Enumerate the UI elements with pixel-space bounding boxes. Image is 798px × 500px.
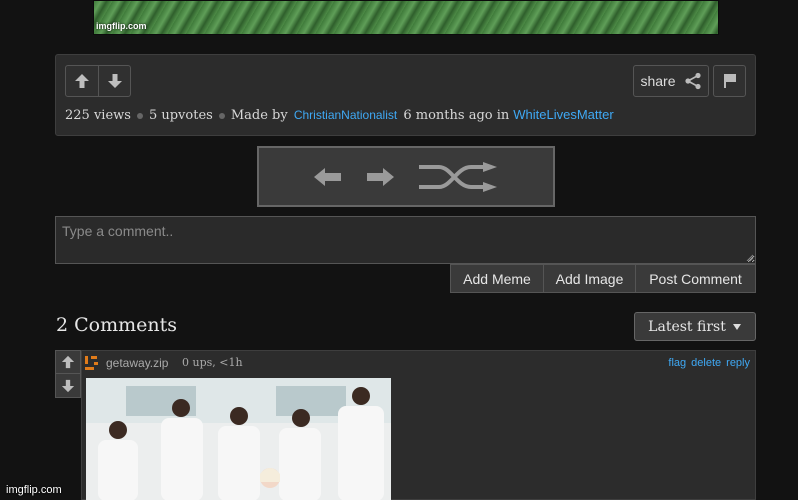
- comment-delete-link[interactable]: delete: [691, 357, 721, 369]
- comment-sort-select[interactable]: Latest first: [634, 312, 756, 341]
- previous-arrow-icon[interactable]: [313, 166, 343, 188]
- resize-handle-icon[interactable]: [746, 254, 754, 262]
- next-arrow-icon[interactable]: [365, 166, 395, 188]
- image-watermark: imgflip.com: [96, 21, 147, 31]
- comments-count-heading: 2 Comments: [56, 314, 178, 336]
- vote-group: [65, 65, 131, 97]
- avatar[interactable]: [85, 356, 99, 370]
- comment-stats: 0 ups, <1h: [182, 356, 243, 369]
- add-meme-button[interactable]: Add Meme: [450, 264, 544, 293]
- arrow-down-icon: [61, 379, 75, 392]
- post-comment-button[interactable]: Post Comment: [636, 264, 756, 293]
- comment-downvote-button[interactable]: [55, 374, 81, 398]
- flag-icon: [723, 74, 736, 88]
- meme-navigation: [257, 146, 555, 207]
- comment-reply-link[interactable]: reply: [726, 357, 750, 369]
- page-watermark: imgflip.com: [6, 484, 62, 496]
- comment-photo: [86, 378, 391, 500]
- comment-image: [86, 378, 391, 500]
- time-posted: 6 months ago in: [403, 108, 510, 123]
- comment-flag-link[interactable]: flag: [668, 357, 686, 369]
- meme-image-bottom-strip: imgflip.com: [93, 0, 719, 35]
- view-count: 225 views: [65, 108, 131, 123]
- separator-dot: [136, 112, 143, 119]
- arrow-down-icon: [107, 74, 122, 88]
- add-image-button[interactable]: Add Image: [544, 264, 636, 293]
- upvote-button[interactable]: [66, 66, 98, 96]
- upvote-count: 5 upvotes: [148, 108, 213, 123]
- comment-vote-group: [55, 350, 81, 398]
- comment-actions: Add Meme Add Image Post Comment: [450, 264, 756, 293]
- share-button[interactable]: share: [633, 65, 709, 97]
- shuffle-icon[interactable]: [417, 161, 499, 192]
- comment-upvote-button[interactable]: [55, 350, 81, 374]
- downvote-button[interactable]: [98, 66, 130, 96]
- stream-link[interactable]: WhiteLivesMatter: [513, 107, 613, 122]
- meme-meta-line: 225 views 5 upvotes Made by ChristianNatio…: [65, 107, 614, 123]
- made-by-label: Made by: [230, 108, 288, 123]
- comment-input[interactable]: [55, 216, 756, 264]
- arrow-up-icon: [75, 74, 89, 88]
- author-link[interactable]: ChristianNationalist: [294, 108, 397, 122]
- share-label: share: [640, 73, 676, 89]
- flag-button[interactable]: [713, 65, 746, 97]
- share-icon: [684, 72, 701, 90]
- comment-username[interactable]: getaway.zip: [106, 356, 168, 370]
- comment-links: flag delete reply: [668, 357, 750, 369]
- arrow-up-icon: [61, 355, 75, 369]
- comment-item: getaway.zip 0 ups, <1h flag delete reply: [55, 350, 756, 500]
- chevron-down-icon: [732, 323, 741, 330]
- separator-dot: [218, 112, 225, 119]
- meme-info-panel: share 225 views 5 upvotes Made by Christia…: [55, 54, 756, 136]
- sort-label: Latest first: [648, 318, 726, 335]
- comment-body: getaway.zip 0 ups, <1h flag delete reply: [81, 350, 756, 500]
